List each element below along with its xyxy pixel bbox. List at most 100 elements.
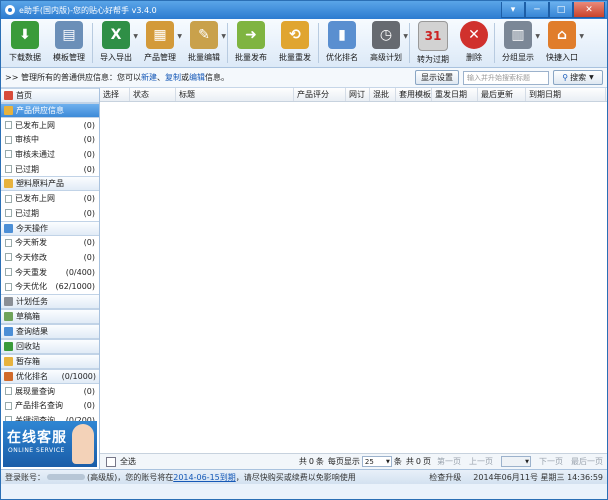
excel-icon: X — [102, 21, 130, 49]
template-manage-button[interactable]: ▤ 模板管理 — [47, 19, 91, 65]
sidebar-item[interactable]: 今天修改 (0) — [1, 250, 99, 265]
column-header[interactable]: 重发日期 — [432, 88, 478, 101]
edit-link[interactable]: 编辑 — [189, 73, 205, 82]
document-icon — [5, 194, 12, 203]
quick-entry-button[interactable]: ⌂ 快捷入口 ▼ — [540, 19, 584, 65]
sidebar-item[interactable]: 审核中 (0) — [1, 133, 99, 148]
first-page-button[interactable]: 第一页 — [437, 456, 461, 467]
page-jump-select[interactable]: ▼ — [501, 456, 531, 467]
import-export-button[interactable]: X 导入导出 ▼ — [94, 19, 138, 65]
sidebar-item[interactable]: 产品排名查询 (0) — [1, 399, 99, 414]
folder-icon — [4, 341, 13, 351]
sidebar-item-count: (0) — [83, 135, 95, 145]
search-button[interactable]: ⚲ 搜索 ▼ — [553, 70, 603, 85]
per-page-select[interactable]: 25 ▼ — [361, 456, 392, 467]
sidebar-item[interactable]: 已发布上网 (0) — [1, 191, 99, 206]
column-header[interactable]: 网订 — [346, 88, 370, 101]
status-bar: 登录账号： (高级版)，您的账号将在 2014-06-15到期 ，请尽快购买或续… — [1, 469, 607, 484]
dropdown-arrow-icon[interactable]: ▼ — [403, 33, 408, 40]
column-header[interactable]: 最后更新 — [478, 88, 526, 101]
sidebar-group-label: 草稿箱 — [16, 311, 40, 321]
batch-repost-button[interactable]: ⟲ 批量重发 — [273, 19, 317, 65]
sidebar-group-optimize-rank[interactable]: 优化排名 (0/1000) — [1, 368, 99, 384]
group-display-button[interactable]: ▥ 分组显示 ▼ — [496, 19, 540, 65]
optimize-rank-label: 优化排名 — [326, 53, 358, 62]
online-service-banner[interactable]: 在线客服 ONLINE SERVICE — [3, 421, 97, 467]
prev-page-button[interactable]: 上一页 — [469, 456, 493, 467]
sidebar-group-query-results[interactable]: 查询结果 — [1, 323, 99, 339]
check-upgrade-link[interactable]: 检查升级 — [429, 472, 461, 483]
sidebar-group-product-supply[interactable]: 产品供应信息 — [1, 103, 99, 118]
sidebar-group-home[interactable]: 首页 — [1, 88, 99, 103]
table-body — [100, 102, 607, 453]
dropdown-arrow-icon[interactable]: ▼ — [579, 33, 584, 40]
column-header[interactable]: 到期日期 — [526, 88, 606, 101]
close-button[interactable]: ✕ — [573, 2, 605, 18]
minimize-button[interactable]: ─ — [525, 2, 549, 18]
sidebar-item[interactable]: 已发布上网 (0) — [1, 118, 99, 133]
sidebar-item[interactable]: 已过期 (0) — [1, 206, 99, 221]
sidebar-item[interactable]: 今天重发 (0/400) — [1, 265, 99, 280]
toolbar-separator — [409, 23, 410, 63]
convert-expired-button[interactable]: 31 转为过期 — [411, 19, 455, 65]
repost-icon: ⟲ — [281, 21, 309, 49]
sidebar-item-label: 审核未通过 — [15, 149, 55, 159]
document-icon — [5, 387, 12, 396]
product-manage-button[interactable]: ▦ 产品管理 ▼ — [138, 19, 182, 65]
pages-suffix: 页 — [423, 457, 431, 466]
select-all-label: 全选 — [120, 457, 136, 466]
pages-prefix: 共 — [405, 457, 414, 466]
sidebar-group-recycle-bin[interactable]: 回收站 — [1, 338, 99, 354]
sidebar-item-label: 已发布上网 — [15, 120, 55, 130]
maximize-button[interactable]: □ — [549, 2, 573, 18]
show-settings-button[interactable]: 显示设置 — [415, 70, 459, 85]
batch-publish-button[interactable]: ➜ 批量发布 — [229, 19, 273, 65]
sidebar-group-plastic-raw[interactable]: 塑料原料产品 — [1, 176, 99, 192]
column-header[interactable]: 产品评分 — [294, 88, 346, 101]
dropdown-arrow-icon[interactable]: ▼ — [221, 33, 226, 40]
total-count: 0 — [308, 457, 314, 466]
select-all-checkbox[interactable] — [106, 456, 116, 467]
menu-button[interactable]: ▾ — [501, 2, 525, 18]
sidebar-group-temp-box[interactable]: 暂存箱 — [1, 353, 99, 369]
sidebar-item[interactable]: 今天优化 (62/1000) — [1, 279, 99, 294]
info-prefix: >> — [5, 73, 19, 82]
sidebar-item[interactable]: 今天新发 (0) — [1, 236, 99, 251]
next-page-button[interactable]: 下一页 — [539, 456, 563, 467]
column-header[interactable]: 状态 — [130, 88, 176, 101]
app-window: e助手(国内版)-您的贴心好帮手 v3.4.0 ▾ ─ □ ✕ ⬇ 下载数据 ▤ 模板… — [0, 0, 608, 500]
sidebar-item-label: 今天重发 — [15, 267, 47, 277]
folder-icon — [4, 356, 13, 366]
sidebar-group-drafts[interactable]: 草稿箱 — [1, 308, 99, 324]
sidebar-item-count: (0) — [83, 194, 95, 204]
new-link[interactable]: 新建 — [141, 73, 157, 82]
column-header[interactable]: 混批 — [370, 88, 396, 101]
download-data-button[interactable]: ⬇ 下载数据 — [3, 19, 47, 65]
column-header[interactable]: 标题 — [176, 88, 294, 101]
sidebar-group-label: 暂存箱 — [16, 356, 40, 366]
document-icon — [5, 135, 12, 144]
column-header[interactable]: 套用模板 — [396, 88, 432, 101]
window-title: e助手(国内版)-您的贴心好帮手 v3.4.0 — [19, 5, 157, 15]
sidebar-group-label: 回收站 — [16, 341, 40, 351]
sidebar-item[interactable]: 审核未通过 (0) — [1, 147, 99, 162]
search-input[interactable]: 输入并升始搜索标题 — [463, 70, 549, 85]
chevron-down-icon: ▼ — [525, 458, 529, 465]
sidebar-group-plan-tasks[interactable]: 计划任务 — [1, 293, 99, 309]
advanced-plan-button[interactable]: ◷ 高级计划 ▼ — [364, 19, 408, 65]
delete-button[interactable]: ✕ 删除 — [455, 19, 493, 65]
chevron-down-icon: ▼ — [386, 458, 390, 465]
batch-edit-button[interactable]: ✎ 批量编辑 ▼ — [182, 19, 226, 65]
copy-link[interactable]: 复制 — [165, 73, 181, 82]
sidebar-group-today-ops[interactable]: 今天操作 — [1, 220, 99, 236]
expire-date-link[interactable]: 2014-06-15到期 — [173, 472, 236, 483]
column-header[interactable]: 选择 — [100, 88, 130, 101]
sidebar-group-label: 查询结果 — [16, 326, 48, 336]
toolbar-separator — [227, 23, 228, 63]
last-page-button[interactable]: 最后一页 — [571, 456, 603, 467]
optimize-rank-button[interactable]: ▮ 优化排名 — [320, 19, 364, 65]
folder-icon — [4, 326, 13, 336]
delete-icon: ✕ — [460, 21, 488, 49]
sidebar-item[interactable]: 已过期 (0) — [1, 162, 99, 177]
sidebar-item[interactable]: 展现量查询 (0) — [1, 384, 99, 399]
